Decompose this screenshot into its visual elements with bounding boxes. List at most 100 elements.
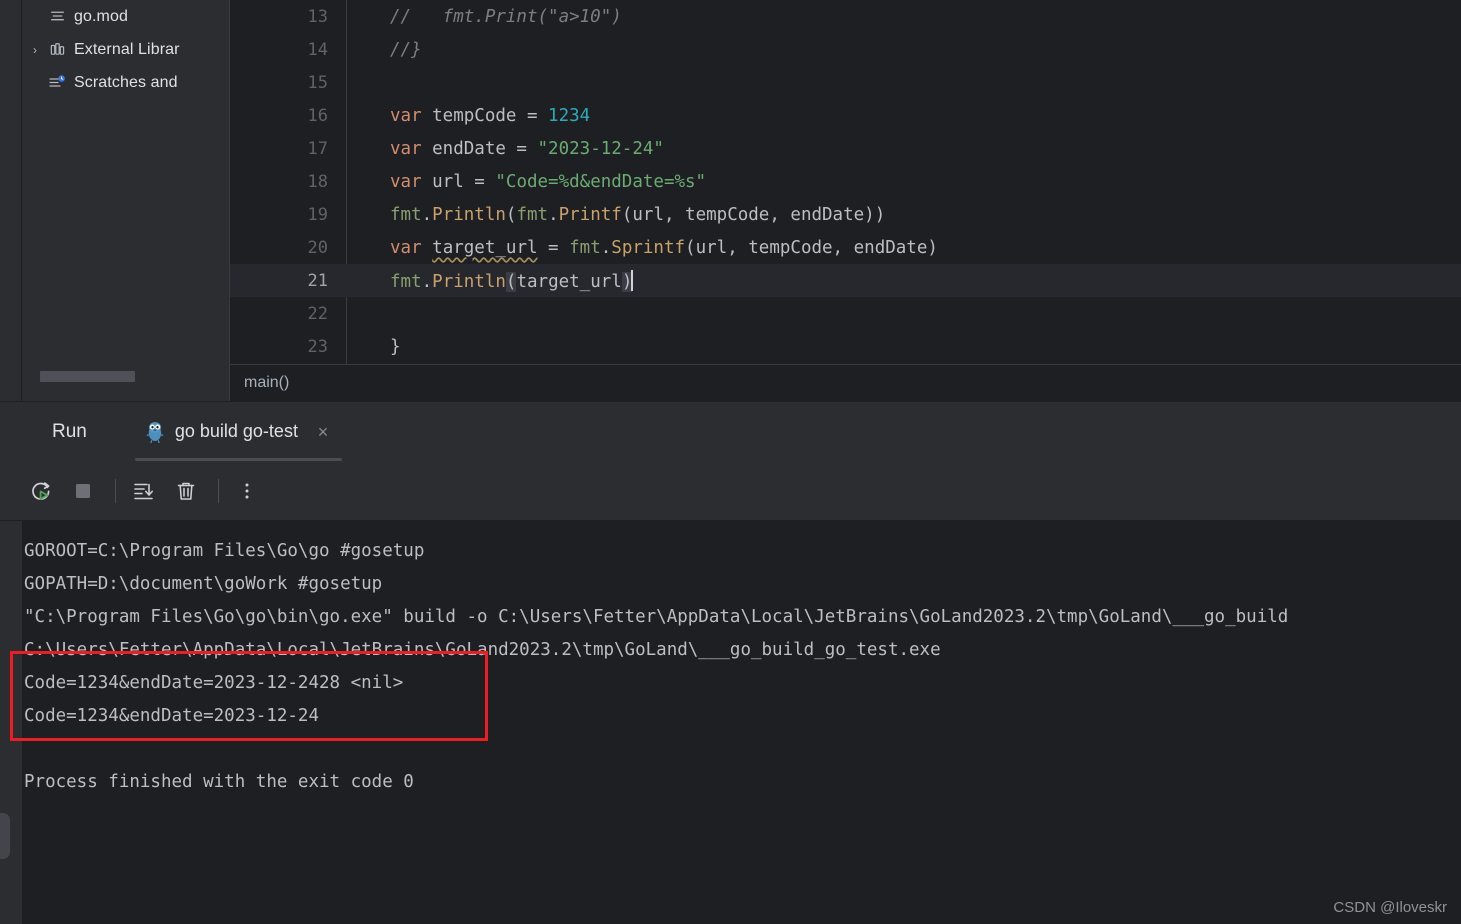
run-tab-go-build[interactable]: go build go-test ×: [134, 402, 342, 461]
code-line[interactable]: 19 fmt.Println(fmt.Printf(url, tempCode, …: [230, 198, 1461, 231]
code-line[interactable]: 22: [230, 297, 1461, 330]
rerun-icon[interactable]: [22, 472, 60, 510]
tree-item-go-mod[interactable]: go.mod: [22, 0, 229, 33]
code-line[interactable]: 16 var tempCode = 1234: [230, 99, 1461, 132]
code-token: url =: [421, 171, 496, 192]
code-line-text[interactable]: var url = "Code=%d&endDate=%s": [346, 172, 706, 192]
toolbar-divider: [218, 478, 219, 503]
scrollbar-thumb[interactable]: [40, 371, 135, 382]
console-line: "C:\Program Files\Go\go\bin\go.exe" buil…: [24, 607, 1289, 627]
code-line-text[interactable]: var endDate = "2023-12-24": [346, 139, 664, 159]
code-token: var: [390, 105, 422, 126]
console-line: Code=1234&endDate=2023-12-24: [24, 706, 320, 726]
code-token: var: [390, 171, 422, 192]
console-line: GOROOT=C:\Program Files\Go\go #gosetup: [24, 541, 425, 561]
code-token: "Code=%d&endDate=%s": [495, 171, 707, 192]
code-token: //}: [390, 39, 422, 60]
code-token: target_url: [516, 271, 622, 292]
line-number: 17: [307, 138, 328, 159]
breadcrumb-label[interactable]: main(): [244, 374, 289, 392]
chevron-right-icon[interactable]: ›: [24, 43, 46, 57]
code-token: .: [421, 204, 433, 225]
library-icon: [46, 41, 68, 58]
breadcrumb[interactable]: main(): [230, 364, 1461, 401]
tree-item-scratches[interactable]: Scratches and: [22, 66, 229, 99]
code-token: .: [421, 271, 433, 292]
code-editor[interactable]: 13 // fmt.Print("a>10") 14 //} 15 16 var tempC…: [229, 0, 1461, 401]
code-line[interactable]: 18 var url = "Code=%d&endDate=%s": [230, 165, 1461, 198]
code-token: (url, tempCode, endDate): [685, 237, 938, 258]
console-lines-container[interactable]: GOROOT=C:\Program Files\Go\go #gosetup GO…: [22, 521, 1461, 799]
code-lines-container[interactable]: 13 // fmt.Print("a>10") 14 //} 15 16 var tempC…: [230, 0, 1461, 363]
project-tree[interactable]: go.mod › External Librar Scratches and: [22, 0, 229, 99]
code-token: (: [505, 204, 517, 225]
line-number: 21: [307, 270, 328, 291]
code-token: Println: [432, 204, 506, 225]
code-line[interactable]: 23}: [230, 330, 1461, 363]
console-line: Process finished with the exit code 0: [24, 772, 414, 792]
watermark-label: CSDN @Iloveskr: [1333, 899, 1447, 916]
run-toolbar[interactable]: [0, 461, 1461, 521]
goland-ide-window: go.mod › External Librar Scratches and 1…: [0, 0, 1461, 924]
code-line-text[interactable]: var tempCode = 1234: [346, 106, 590, 126]
code-token: "2023-12-24": [537, 138, 664, 159]
line-number: 20: [307, 237, 328, 258]
code-line-text[interactable]: }: [346, 337, 401, 357]
code-token: target_url: [432, 237, 538, 258]
run-tool-window: Run go build go-test × GOROOT=C:\Program…: [0, 401, 1461, 924]
line-number: 23: [307, 336, 328, 357]
code-line-text[interactable]: //}: [346, 40, 422, 60]
tree-item-external-libraries[interactable]: › External Librar: [22, 33, 229, 66]
code-token: =: [537, 237, 570, 258]
tree-item-label: Scratches and: [74, 73, 178, 91]
code-token: fmt: [516, 204, 549, 225]
collapsed-tool-window-handle[interactable]: [0, 813, 10, 859]
code-line-text[interactable]: var target_url = fmt.Sprintf(url, tempCo…: [346, 238, 938, 258]
project-tree-panel[interactable]: go.mod › External Librar Scratches and: [22, 0, 229, 401]
code-token: endDate =: [421, 138, 538, 159]
code-token: .: [600, 237, 612, 258]
code-token: fmt: [569, 237, 601, 258]
console-line: Code=1234&endDate=2023-12-2428 <nil>: [24, 673, 404, 693]
toolbar-divider: [115, 478, 116, 503]
code-line[interactable]: 13 // fmt.Print("a>10"): [230, 0, 1461, 33]
code-line[interactable]: 20 var target_url = fmt.Sprintf(url, temp…: [230, 231, 1461, 264]
code-token: tempCode =: [421, 105, 549, 126]
line-number: 22: [307, 303, 328, 324]
code-line-text[interactable]: fmt.Println(target_url): [346, 269, 634, 292]
code-line-text[interactable]: // fmt.Print("a>10"): [346, 7, 622, 27]
run-console-output[interactable]: GOROOT=C:\Program Files\Go\go #gosetup GO…: [0, 521, 1461, 924]
code-token: // fmt.Print("a>10"): [390, 6, 622, 27]
stop-icon[interactable]: [64, 472, 102, 510]
code-line[interactable]: 15: [230, 66, 1461, 99]
left-tool-strip: [0, 0, 22, 401]
line-number: 15: [307, 72, 328, 93]
project-horizontal-scrollbar[interactable]: [22, 367, 229, 389]
tree-item-label: go.mod: [74, 7, 128, 25]
line-number: 13: [307, 6, 328, 27]
code-token: Printf: [558, 204, 622, 225]
code-token: Sprintf: [611, 237, 686, 258]
run-tab-label: go build go-test: [174, 421, 298, 441]
file-module-icon: [46, 8, 68, 25]
code-token: fmt: [390, 204, 422, 225]
scroll-to-end-icon[interactable]: [125, 472, 163, 510]
code-line[interactable]: 21 fmt.Println(target_url): [230, 264, 1461, 297]
close-icon[interactable]: ×: [314, 423, 332, 441]
more-vertical-icon[interactable]: [228, 472, 266, 510]
scratches-icon: [46, 74, 68, 92]
code-line[interactable]: 14 //}: [230, 33, 1461, 66]
code-line[interactable]: 17 var endDate = "2023-12-24": [230, 132, 1461, 165]
code-token: var: [390, 138, 422, 159]
trash-icon[interactable]: [167, 472, 205, 510]
active-tab-underline: [134, 458, 342, 461]
editor-scroll-area[interactable]: 13 // fmt.Print("a>10") 14 //} 15 16 var tempC…: [230, 0, 1461, 364]
run-window-title: Run: [52, 420, 87, 442]
code-token: var: [390, 237, 422, 258]
code-token: .: [548, 204, 559, 225]
line-number: 18: [307, 171, 328, 192]
code-line-text[interactable]: fmt.Println(fmt.Printf(url, tempCode, en…: [346, 205, 885, 225]
code-token: (: [505, 271, 517, 292]
editor-region: go.mod › External Librar Scratches and 1…: [0, 0, 1461, 401]
